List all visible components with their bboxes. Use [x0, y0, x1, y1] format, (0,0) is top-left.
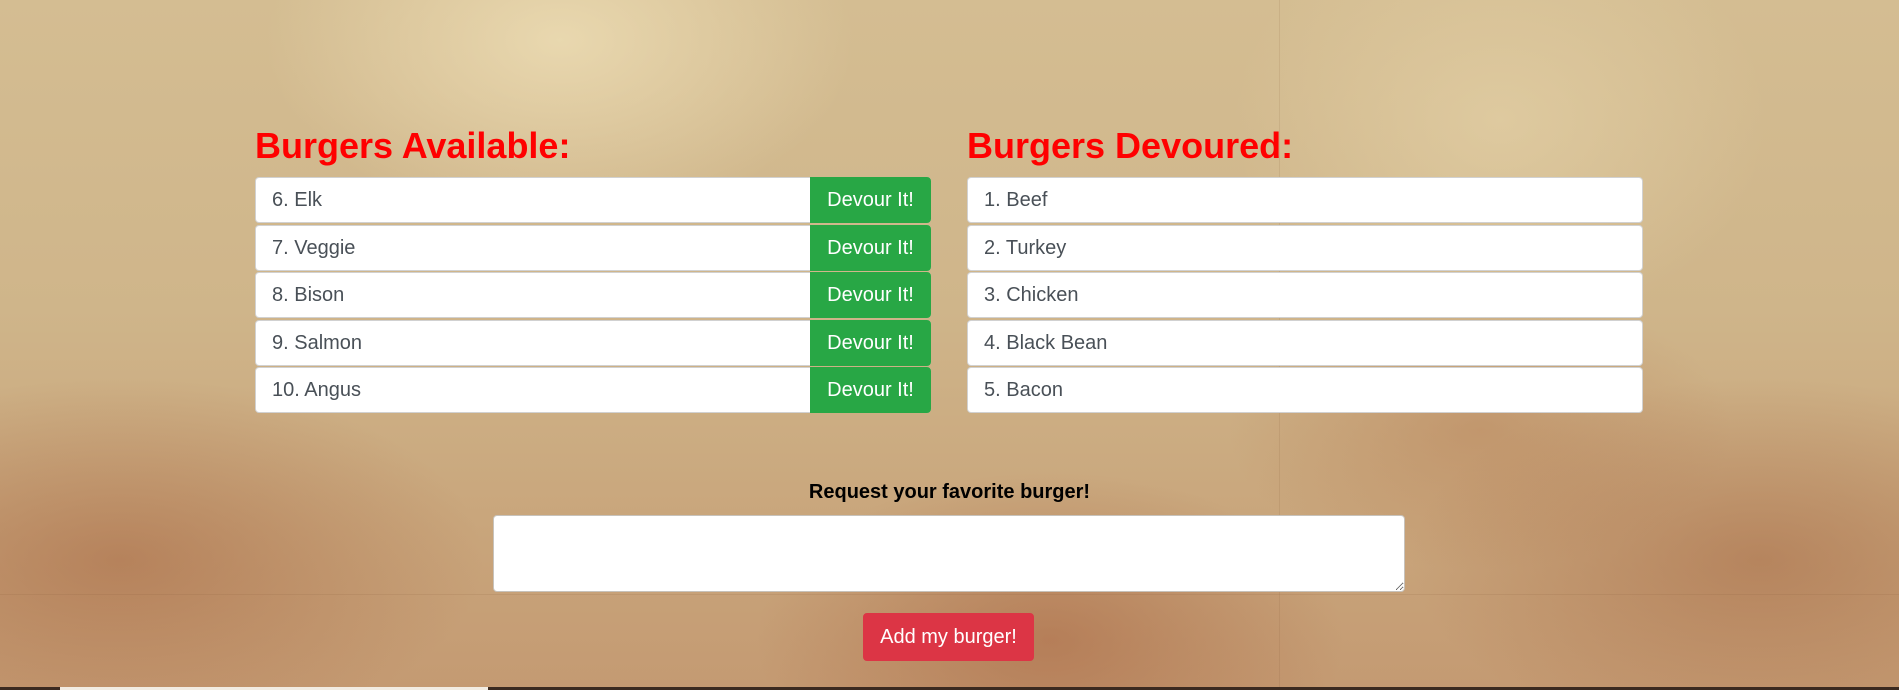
- available-burger-label: 8. Bison: [272, 284, 345, 306]
- devoured-burger-label: 3. Chicken: [984, 284, 1079, 306]
- available-burger-label: 9. Salmon: [272, 331, 363, 354]
- devoured-burger-row: 3. Chicken: [967, 272, 1643, 318]
- available-burger-row: 7. Veggie Devour It!: [255, 224, 931, 271]
- burgers-devoured-heading: Burgers Devoured:: [967, 125, 1294, 166]
- available-burger-row: 6. Elk Devour It!: [255, 177, 931, 223]
- devoured-burger-row: 4. Black Bean: [967, 319, 1643, 366]
- burger-request-label: Request your favorite burger!: [808, 481, 1091, 503]
- available-burger-label: 6. Elk: [272, 189, 323, 211]
- devour-button[interactable]: Devour It!: [810, 319, 931, 366]
- add-burger-button[interactable]: Add my burger!: [863, 613, 1034, 661]
- devoured-burger-row: 2. Turkey: [967, 224, 1643, 271]
- devour-button[interactable]: Devour It!: [810, 272, 931, 318]
- devour-button[interactable]: Devour It!: [810, 224, 931, 271]
- devoured-burger-label: 2. Turkey: [984, 236, 1067, 259]
- burgers-devoured-list: 1. Beef 2. Turkey 3. Chicken 4. Black Be…: [967, 177, 1643, 415]
- burger-request-input[interactable]: [493, 515, 1405, 592]
- devoured-burger-label: 4. Black Bean: [984, 331, 1108, 354]
- devoured-burger-label: 1. Beef: [984, 189, 1048, 211]
- background-seam-horizontal: [0, 594, 1899, 595]
- available-burger-label: 7. Veggie: [272, 236, 356, 259]
- available-burger-label: 10. Angus: [272, 379, 361, 401]
- available-burger-row: 10. Angus Devour It!: [255, 367, 931, 413]
- available-burger-row: 8. Bison Devour It!: [255, 272, 931, 318]
- devour-button[interactable]: Devour It!: [810, 177, 931, 223]
- available-burger-row: 9. Salmon Devour It!: [255, 319, 931, 366]
- devoured-burger-row: 1. Beef: [967, 177, 1643, 223]
- devoured-burger-row: 5. Bacon: [967, 367, 1643, 413]
- burgers-available-heading: Burgers Available:: [255, 125, 571, 166]
- devoured-burger-label: 5. Bacon: [984, 379, 1063, 401]
- devour-button[interactable]: Devour It!: [810, 367, 931, 413]
- burgers-available-list: 6. Elk Devour It! 7. Veggie Devour It! 8…: [255, 177, 931, 415]
